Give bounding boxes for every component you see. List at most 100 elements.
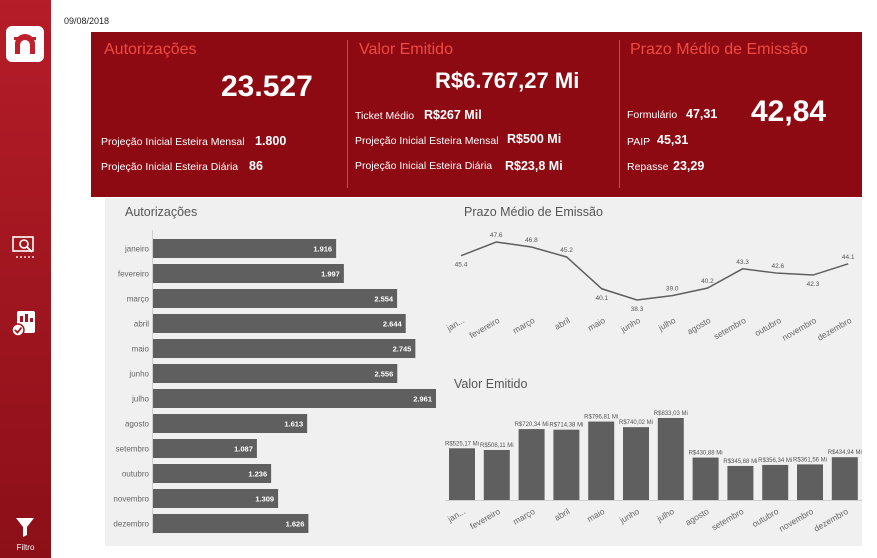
bar [692,457,719,500]
bar [727,465,754,500]
valor-diaria-label: Projeção Inicial Esteira Diária [355,160,493,172]
bar [153,364,398,383]
repasse-label: Repasse [627,161,669,173]
data-label: R$345,68 Mi [723,459,757,465]
tick-label: março [127,295,150,304]
bar [553,429,580,500]
tick-label: janeiro [124,245,150,254]
data-label: R$796,81 Mi [584,415,618,421]
data-label: R$740,02 Mi [619,420,653,426]
data-label: R$434,94 Mi [828,450,862,456]
autorizacoes-diaria-value: 86 [249,159,263,173]
bar [449,448,475,500]
paip-value: 45,31 [657,133,689,147]
report-date: 09/08/2018 [64,16,110,26]
tick-label: dezembro [815,315,853,343]
tick-label: agosto [125,420,150,429]
tick-label: agosto [685,315,712,337]
tick-label: agosto [683,506,710,528]
valor-emitido-bar-chart: R$525,17 Mi jan... R$508,11 Mi fevereiro R$7… [445,411,862,534]
valor-diaria-value: R$23,8 Mi [505,159,563,173]
data-label: 2.745 [393,345,412,354]
prazo-medio-total: 42,84 [751,95,827,128]
tick-label: setembro [710,506,746,533]
tick-label: junho [617,506,641,526]
tick-label: fevereiro [118,270,150,279]
autorizacoes-bar-chart: janeiro 1.916 fevereiro 1.997 março 2.554 abri… [113,230,436,534]
tick-label: setembro [712,315,748,342]
data-label: 39.0 [666,286,679,293]
data-label: R$525,17 Mi [445,441,479,447]
autorizacoes-mensal-value: 1.800 [255,134,287,148]
tick-label: abril [553,315,572,332]
autorizacoes-total: 23.527 [221,70,313,103]
valor-mensal-value: R$500 Mi [507,132,562,146]
report-search-icon[interactable] [10,234,40,262]
data-label: 43.3 [736,259,749,266]
tick-label: junho [128,370,149,379]
bar [153,314,406,333]
tick-label: maio [132,345,150,354]
repasse-value: 23,29 [673,159,705,173]
data-label: 40.2 [701,278,714,285]
bar [153,264,344,283]
data-label: 1.916 [313,245,332,254]
kpi-banner: Autorizações 23.527 Projeção Inicial Est… [91,32,862,197]
data-label: 2.554 [374,295,394,304]
data-label: R$508,11 Mi [480,443,514,449]
bar [153,389,436,408]
data-label: 1.997 [321,270,340,279]
data-label: R$356,34 Mi [758,458,792,464]
tick-label: fevereiro [468,315,502,340]
data-label: 2.644 [383,320,403,329]
data-label: 2.961 [413,395,432,404]
bar [623,427,649,500]
valor-mensal-label: Projeção Inicial Esteira Mensal [355,135,499,147]
data-label: R$833,03 Mi [654,411,688,417]
data-label: 40.1 [595,295,608,302]
sidebar: Filtro [0,0,51,558]
tick-label: março [511,315,537,336]
tick-label: julho [656,315,678,333]
tick-label: maio [586,315,607,333]
ticket-medio-label: Ticket Médio [355,110,415,122]
data-label: R$430,88 Mi [689,451,723,457]
data-label: 46.8 [525,237,538,244]
autorizacoes-title: Autorizações [104,41,197,58]
filter-icon[interactable] [15,516,35,538]
tick-label: fevereiro [468,506,502,531]
data-label: R$361,56 Mi [793,457,827,463]
formulario-label: Formulário [627,109,678,121]
bar [657,418,684,500]
tick-label: novembro [777,506,815,534]
data-label: 45.4 [455,262,468,269]
checklist-icon[interactable] [10,309,40,337]
bank-logo-icon[interactable] [6,26,44,62]
kpi-divider [619,40,620,188]
tick-label: abril [134,320,149,329]
valor-emitido-title: Valor Emitido [359,41,453,58]
tick-label: julho [654,506,676,524]
tick-label: abril [552,506,571,523]
tick-label: maio [585,506,606,524]
formulario-value: 47,31 [686,107,718,121]
data-label: 1.613 [284,420,303,429]
data-label: 1.087 [234,445,253,454]
filter-label[interactable]: Filtro [0,543,51,552]
prazo-medio-line-chart: 45.4 jan... 47.6 fevereiro 46.8 março 45.2 abri… [444,232,855,343]
tick-label: julho [131,395,149,404]
bar [153,339,416,358]
tick-label: jan... [445,506,467,524]
bar [153,289,398,308]
tick-label: novembro [780,315,818,343]
data-label: 42.6 [771,263,784,270]
data-label: 44.1 [842,254,855,261]
tick-label: jan... [444,315,466,333]
data-label: 42.3 [807,281,820,288]
ticket-medio-value: R$267 Mil [424,108,482,122]
bar [518,429,545,500]
bar [153,239,337,258]
bar [831,457,858,500]
chart-title-prazo-medio: Prazo Médio de Emissão [464,205,603,219]
autorizacoes-diaria-label: Projeção Inicial Esteira Diária [101,161,239,173]
